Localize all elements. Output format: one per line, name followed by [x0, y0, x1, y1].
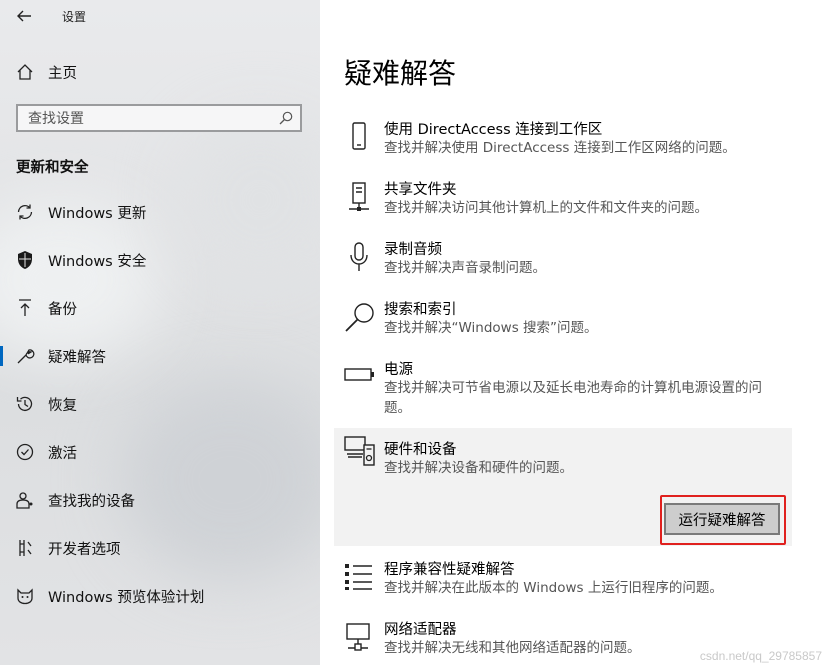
section-title: 更新和安全 — [16, 160, 89, 176]
sidebar-item-label: Windows 预览体验计划 — [48, 589, 205, 606]
troubleshooter-power[interactable]: 电源 查找并解决可节省电源以及延长电池寿命的计算机电源设置的问题。 — [334, 358, 792, 422]
troubleshooter-title: 硬件和设备 — [384, 442, 457, 458]
sidebar-item-label: Windows 安全 — [48, 253, 147, 270]
troubleshooter-shared-folders[interactable]: 共享文件夹 查找并解决访问其他计算机上的文件和文件夹的问题。 — [334, 178, 792, 222]
magnifier-icon — [344, 302, 374, 334]
history-icon — [14, 393, 36, 415]
list-icon — [344, 562, 374, 594]
network-drive-icon — [344, 182, 374, 214]
upload-icon — [14, 297, 36, 319]
troubleshooter-desc: 查找并解决访问其他计算机上的文件和文件夹的问题。 — [384, 200, 708, 216]
window-title: 设置 — [62, 10, 87, 24]
sidebar-item-label: 主页 — [48, 65, 77, 82]
sidebar: 设置 主页 更新和安全 Windows 更新 Windows 安全 备份 — [0, 0, 320, 665]
troubleshooter-desc: 查找并解决声音录制问题。 — [384, 260, 546, 276]
troubleshooter-title: 搜索和索引 — [384, 302, 457, 318]
developer-icon — [14, 537, 36, 559]
troubleshooter-search-indexing[interactable]: 搜索和索引 查找并解决“Windows 搜索”问题。 — [334, 298, 792, 342]
troubleshooter-recording-audio[interactable]: 录制音频 查找并解决声音录制问题。 — [334, 238, 792, 282]
insider-cat-icon — [14, 585, 36, 607]
sidebar-item-label: 查找我的设备 — [48, 493, 135, 510]
hardware-icon — [344, 436, 375, 468]
troubleshooter-desc: 查找并解决“Windows 搜索”问题。 — [384, 320, 598, 336]
sync-icon — [14, 201, 36, 223]
person-pin-icon — [14, 489, 36, 511]
troubleshooter-desc: 查找并解决可节省电源以及延长电池寿命的计算机电源设置的问题。 — [384, 380, 762, 416]
sidebar-item-backup[interactable]: 备份 — [0, 288, 320, 328]
troubleshooter-title: 程序兼容性疑难解答 — [384, 562, 515, 578]
troubleshooter-title: 使用 DirectAccess 连接到工作区 — [384, 122, 603, 138]
back-arrow-icon[interactable] — [14, 6, 34, 26]
search-input[interactable] — [26, 108, 270, 130]
troubleshooter-desc: 查找并解决使用 DirectAccess 连接到工作区网络的问题。 — [384, 140, 736, 156]
sidebar-item-recovery[interactable]: 恢复 — [0, 384, 320, 424]
sidebar-item-activation[interactable]: 激活 — [0, 432, 320, 472]
sidebar-item-find-my-device[interactable]: 查找我的设备 — [0, 480, 320, 520]
troubleshooter-title: 共享文件夹 — [384, 182, 457, 198]
page-title: 疑难解答 — [344, 57, 457, 90]
watermark: csdn.net/qq_29785857 — [699, 649, 822, 663]
troubleshooter-desc: 查找并解决在此版本的 Windows 上运行旧程序的问题。 — [384, 580, 723, 596]
sidebar-item-label: 备份 — [48, 301, 77, 318]
microphone-icon — [344, 242, 374, 274]
sidebar-item-label: 激活 — [48, 445, 77, 462]
search-icon[interactable] — [278, 110, 294, 126]
sidebar-item-label: Windows 更新 — [48, 205, 147, 222]
troubleshooter-desc: 查找并解决设备和硬件的问题。 — [384, 460, 573, 476]
sidebar-item-troubleshoot[interactable]: 疑难解答 — [0, 336, 320, 376]
home-icon — [14, 61, 36, 83]
phone-icon — [344, 122, 374, 154]
search-field[interactable] — [16, 104, 302, 132]
troubleshooter-program-compatibility[interactable]: 程序兼容性疑难解答 查找并解决在此版本的 Windows 上运行旧程序的问题。 — [334, 558, 792, 602]
troubleshooter-title: 电源 — [384, 362, 413, 378]
run-troubleshooter-button[interactable]: 运行疑难解答 — [664, 503, 780, 535]
sidebar-item-developer-options[interactable]: 开发者选项 — [0, 528, 320, 568]
shield-icon — [14, 249, 36, 271]
troubleshooter-directaccess[interactable]: 使用 DirectAccess 连接到工作区 查找并解决使用 DirectAcc… — [334, 118, 792, 162]
check-circle-icon — [14, 441, 36, 463]
wrench-icon — [14, 345, 36, 367]
sidebar-item-label: 开发者选项 — [48, 541, 121, 558]
sidebar-item-label: 恢复 — [48, 397, 77, 414]
sidebar-item-windows-insider[interactable]: Windows 预览体验计划 — [0, 576, 320, 616]
battery-icon — [344, 362, 374, 394]
network-adapter-icon — [344, 622, 374, 654]
sidebar-item-windows-update[interactable]: Windows 更新 — [0, 192, 320, 232]
main-panel: 疑难解答 使用 DirectAccess 连接到工作区 查找并解决使用 Dire… — [320, 0, 830, 665]
sidebar-item-home[interactable]: 主页 — [0, 52, 320, 92]
sidebar-item-windows-security[interactable]: Windows 安全 — [0, 240, 320, 280]
sidebar-item-label: 疑难解答 — [48, 349, 106, 366]
troubleshooter-title: 网络适配器 — [384, 622, 457, 638]
troubleshooter-title: 录制音频 — [384, 242, 442, 258]
